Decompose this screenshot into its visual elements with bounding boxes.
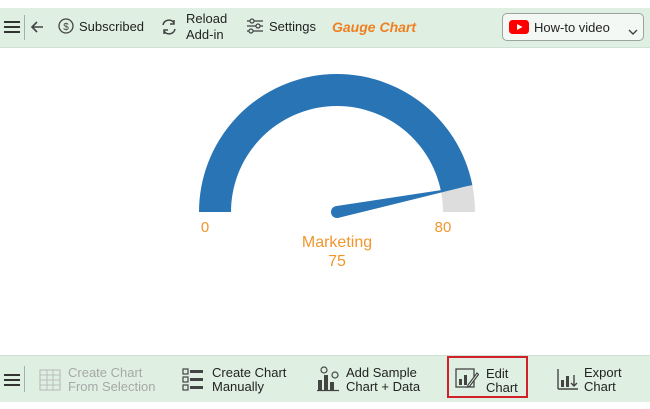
create-chart-manually-line1: Create Chart [212, 365, 287, 380]
edit-chart-icon [455, 367, 480, 389]
create-chart-from-selection-button[interactable]: Create Chart From Selection [38, 363, 163, 395]
top-toolbar: $ Subscribed Reload Add-in Settings Gaug… [0, 8, 650, 48]
gauge-max-label: 80 [434, 219, 452, 236]
add-sample-line1: Add Sample [346, 365, 417, 380]
gauge-series-label: Marketing [301, 234, 373, 251]
gauge-min-label: 0 [200, 219, 210, 236]
svg-text:$: $ [63, 22, 69, 33]
chevron-down-icon [628, 23, 638, 35]
toolbar-divider [24, 15, 25, 40]
add-sample-chart-button[interactable]: Add Sample Chart + Data [316, 363, 426, 395]
sample-chart-icon [316, 366, 340, 392]
hamburger-menu-icon[interactable] [4, 19, 20, 35]
how-to-video-label: How-to video [534, 20, 610, 35]
subscribed-label: Subscribed [79, 19, 145, 34]
export-chart-icon [556, 367, 580, 391]
gauge-value-label: 75 [328, 253, 346, 270]
settings-label: Settings [269, 19, 316, 34]
edit-chart-line1: Edit [486, 366, 509, 381]
reload-label-line2: Add-in [186, 27, 224, 42]
table-selection-icon [38, 369, 62, 391]
gauge-needle-hub [331, 206, 343, 218]
youtube-icon [509, 20, 529, 34]
export-chart-line1: Export [584, 365, 622, 380]
reload-label-line1: Reload [186, 11, 228, 26]
create-chart-manually-button[interactable]: Create Chart Manually [182, 363, 292, 395]
bottom-hamburger-menu-icon[interactable] [4, 372, 20, 388]
app-title: Gauge Chart [332, 19, 417, 35]
export-chart-button[interactable]: Export Chart [556, 363, 636, 395]
bottom-toolbar-divider [24, 366, 25, 392]
gauge-value-arc [199, 73, 473, 213]
how-to-video-select[interactable]: How-to video [502, 13, 644, 41]
back-arrow-icon[interactable] [29, 19, 45, 35]
bottom-toolbar: Create Chart From Selection Create Chart… [0, 355, 650, 402]
list-grid-icon [182, 367, 204, 391]
reload-addin-button[interactable]: Reload Add-in [160, 10, 230, 44]
dollar-circle-icon: $ [58, 18, 74, 34]
edit-chart-line2: Chart [486, 380, 518, 395]
create-chart-from-selection-line1: Create Chart [68, 365, 143, 380]
settings-sliders-icon [246, 18, 264, 34]
create-chart-manually-line2: Manually [212, 379, 265, 394]
subscribed-button[interactable]: $ Subscribed [58, 16, 144, 38]
export-chart-line2: Chart [584, 379, 616, 394]
settings-button[interactable]: Settings [246, 16, 318, 38]
create-chart-from-selection-line2: From Selection [68, 379, 156, 394]
add-sample-line2: Chart + Data [346, 379, 421, 394]
edit-chart-button[interactable]: Edit Chart [447, 356, 528, 398]
reload-icon [160, 18, 178, 36]
gauge-chart [199, 73, 475, 218]
